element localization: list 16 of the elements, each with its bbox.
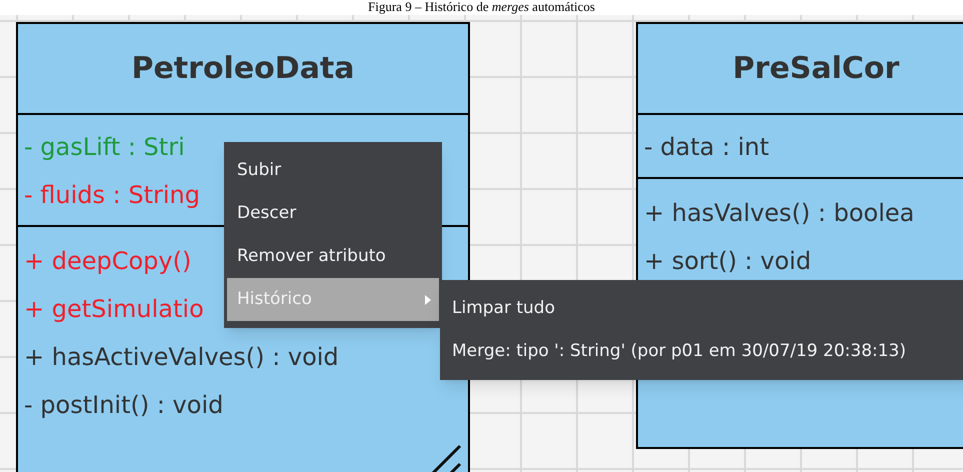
class-member: + getSimulatio xyxy=(23,294,204,325)
class-member: - postInit() : void xyxy=(23,390,224,421)
class-member: + sort() : void xyxy=(643,246,812,277)
menu-item[interactable]: Subir xyxy=(227,149,439,192)
figure-caption: Figura 9 – Histórico de merges automáticos xyxy=(368,0,595,14)
class-name: PreSalCor xyxy=(732,50,900,88)
menu-item[interactable]: Remover atributo xyxy=(227,235,439,278)
class-name: PetroleoData xyxy=(131,50,355,88)
class-member: - fluids : String xyxy=(23,180,200,211)
class-member: - gasLift : Stri xyxy=(23,132,185,163)
class-member: - data : int xyxy=(643,132,769,163)
class-member: + deepCopy() xyxy=(23,246,192,277)
class-member: + hasActiveValves() : void xyxy=(23,342,339,373)
class-member: + hasValves() : boolea xyxy=(643,198,914,229)
submenu-arrow-icon xyxy=(425,294,431,304)
menu-item[interactable]: Descer xyxy=(227,192,439,235)
